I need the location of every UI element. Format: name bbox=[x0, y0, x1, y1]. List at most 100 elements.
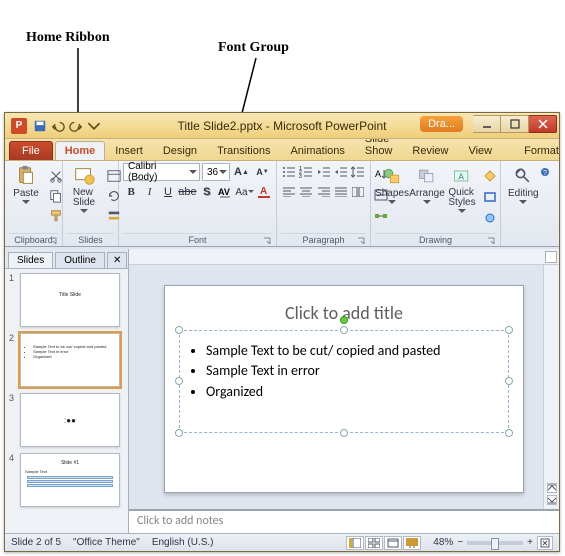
reading-view-icon[interactable] bbox=[384, 536, 402, 550]
thumbnail-4[interactable]: 4 Slide #1 Sample Text bbox=[9, 453, 124, 507]
resize-handle[interactable] bbox=[505, 377, 513, 385]
resize-handle[interactable] bbox=[175, 429, 183, 437]
rotation-handle-icon[interactable] bbox=[340, 316, 348, 324]
help-icon[interactable]: ? bbox=[535, 163, 555, 181]
close-button[interactable] bbox=[529, 115, 557, 133]
bullet-item[interactable]: Organized bbox=[206, 382, 500, 402]
group-slides: New Slide Slides bbox=[63, 161, 119, 246]
prev-slide-icon[interactable] bbox=[547, 483, 557, 493]
app-window: P Title Slide2.pptx - Microsoft PowerPoi… bbox=[4, 112, 560, 552]
slide-canvas[interactable]: Click to add title Sample Text to be cut… bbox=[129, 265, 559, 509]
tab-home[interactable]: Home bbox=[55, 141, 106, 160]
grow-font-icon[interactable]: A▲ bbox=[232, 163, 251, 181]
tab-transitions[interactable]: Transitions bbox=[207, 141, 280, 160]
strikethrough-icon[interactable]: abe bbox=[178, 183, 196, 201]
align-center-icon[interactable] bbox=[298, 183, 313, 201]
bold-icon[interactable]: B bbox=[123, 183, 139, 201]
font-color-icon[interactable]: A bbox=[256, 183, 272, 201]
qat-dropdown-icon[interactable] bbox=[87, 119, 101, 133]
paste-button[interactable]: Paste bbox=[9, 163, 43, 207]
panel-tab-slides[interactable]: Slides bbox=[8, 252, 53, 268]
tab-review[interactable]: Review bbox=[402, 141, 458, 160]
slideshow-view-icon[interactable] bbox=[403, 536, 421, 550]
justify-icon[interactable] bbox=[333, 183, 348, 201]
help-tag[interactable]: Dra... bbox=[420, 116, 463, 132]
bullet-item[interactable]: Sample Text in error bbox=[206, 361, 500, 381]
thumb-subtitle: Sample Text bbox=[25, 469, 115, 474]
tab-animations[interactable]: Animations bbox=[280, 141, 354, 160]
resize-handle[interactable] bbox=[175, 326, 183, 334]
undo-icon[interactable] bbox=[51, 119, 65, 133]
align-left-icon[interactable] bbox=[281, 183, 296, 201]
resize-handle[interactable] bbox=[175, 377, 183, 385]
font-size-combo[interactable]: 36 bbox=[202, 163, 230, 181]
font-name-value: Calibri (Body) bbox=[128, 161, 185, 183]
maximize-button[interactable] bbox=[501, 115, 529, 133]
shapes-button[interactable]: Shapes bbox=[375, 163, 409, 207]
svg-text:3: 3 bbox=[299, 174, 302, 178]
numbering-icon[interactable]: 123 bbox=[298, 163, 313, 181]
ribbon-minimize-icon[interactable] bbox=[511, 163, 531, 181]
shape-effects-icon[interactable] bbox=[480, 209, 500, 227]
panel-tab-outline[interactable]: Outline bbox=[55, 252, 105, 268]
underline-icon[interactable]: U bbox=[160, 183, 176, 201]
decrease-indent-icon[interactable] bbox=[316, 163, 331, 181]
dialog-launcher-icon[interactable] bbox=[487, 237, 495, 245]
italic-icon[interactable]: I bbox=[141, 183, 157, 201]
zoom-in-icon[interactable]: + bbox=[527, 537, 533, 548]
shape-fill-icon[interactable] bbox=[480, 167, 500, 185]
view-buttons bbox=[346, 536, 421, 550]
columns-icon[interactable] bbox=[351, 183, 366, 201]
bullet-item[interactable]: Sample Text to be cut/ copied and pasted bbox=[206, 341, 500, 361]
dialog-launcher-icon[interactable] bbox=[49, 237, 57, 245]
notes-pane[interactable]: Click to add notes bbox=[129, 509, 559, 533]
slides-panel: Slides Outline ✕ 1 Title Slide 2 Sample … bbox=[5, 249, 129, 533]
panel-close-icon[interactable]: ✕ bbox=[107, 252, 127, 268]
char-spacing-icon[interactable]: AV bbox=[217, 183, 233, 201]
body-placeholder[interactable]: Sample Text to be cut/ copied and pasted… bbox=[179, 330, 509, 433]
new-slide-button[interactable]: New Slide bbox=[67, 163, 101, 216]
status-language[interactable]: English (U.S.) bbox=[152, 537, 214, 548]
ruler-toggle-icon[interactable] bbox=[545, 251, 557, 263]
resize-handle[interactable] bbox=[340, 326, 348, 334]
zoom-value[interactable]: 48% bbox=[433, 537, 453, 548]
thumb-number: 3 bbox=[9, 393, 17, 447]
vertical-scrollbar[interactable] bbox=[543, 265, 559, 509]
change-case-icon[interactable]: Aa bbox=[235, 183, 253, 201]
redo-icon[interactable] bbox=[69, 119, 83, 133]
thumbnail-1[interactable]: 1 Title Slide bbox=[9, 273, 124, 327]
text-shadow-icon[interactable]: S bbox=[199, 183, 215, 201]
increase-indent-icon[interactable] bbox=[333, 163, 348, 181]
align-right-icon[interactable] bbox=[316, 183, 331, 201]
dialog-launcher-icon[interactable] bbox=[263, 237, 271, 245]
group-clipboard-label: Clipboard bbox=[9, 233, 58, 246]
save-icon[interactable] bbox=[33, 119, 47, 133]
svg-text:A: A bbox=[458, 171, 464, 181]
resize-handle[interactable] bbox=[505, 326, 513, 334]
zoom-out-icon[interactable]: − bbox=[457, 537, 463, 548]
tab-view[interactable]: View bbox=[458, 141, 502, 160]
normal-view-icon[interactable] bbox=[346, 536, 364, 550]
thumbnail-2[interactable]: 2 Sample Text to be cut/ copied and past… bbox=[9, 333, 124, 387]
tab-file[interactable]: File bbox=[9, 141, 53, 160]
minimize-button[interactable] bbox=[473, 115, 501, 133]
resize-handle[interactable] bbox=[340, 429, 348, 437]
powerpoint-icon[interactable]: P bbox=[11, 118, 27, 134]
tab-insert[interactable]: Insert bbox=[105, 141, 153, 160]
bullets-icon[interactable] bbox=[281, 163, 296, 181]
tab-format[interactable]: Format bbox=[514, 141, 565, 160]
fit-to-window-icon[interactable] bbox=[537, 536, 553, 550]
tab-design[interactable]: Design bbox=[153, 141, 207, 160]
zoom-slider[interactable] bbox=[467, 541, 523, 545]
quick-styles-button[interactable]: A Quick Styles bbox=[445, 163, 479, 216]
sorter-view-icon[interactable] bbox=[365, 536, 383, 550]
next-slide-icon[interactable] bbox=[547, 495, 557, 505]
resize-handle[interactable] bbox=[505, 429, 513, 437]
shape-outline-icon[interactable] bbox=[480, 188, 500, 206]
thumbnail-3[interactable]: 3 :●● bbox=[9, 393, 124, 447]
arrange-button[interactable]: Arrange bbox=[410, 163, 444, 207]
line-spacing-icon[interactable] bbox=[351, 163, 366, 181]
shrink-font-icon[interactable]: A▼ bbox=[253, 163, 272, 181]
dialog-launcher-icon[interactable] bbox=[357, 237, 365, 245]
font-name-combo[interactable]: Calibri (Body) bbox=[123, 163, 200, 181]
